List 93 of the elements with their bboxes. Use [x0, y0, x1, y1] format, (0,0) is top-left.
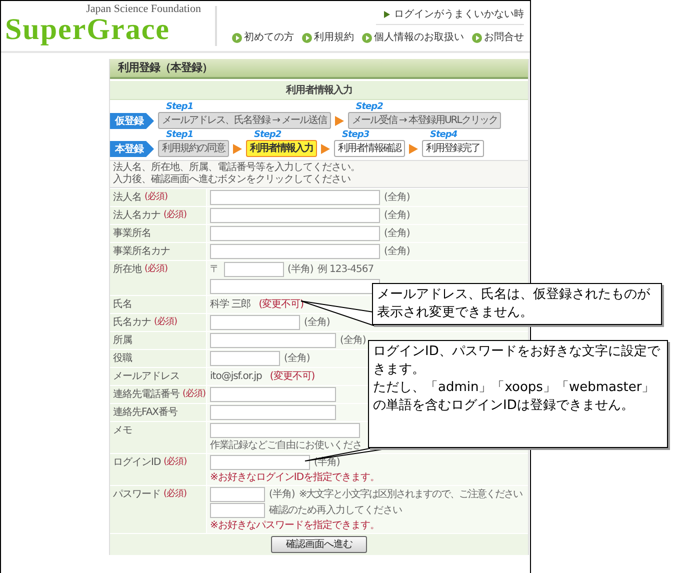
field-note: (全角) [304, 316, 330, 329]
input-field[interactable] [210, 455, 310, 470]
field-label: メールアドレス [113, 370, 180, 384]
help-link[interactable]: ログインがうまくいかない時 [376, 7, 524, 25]
field-label: 氏名 [113, 298, 132, 312]
field-note: ※お好きなログインIDを指定できます。 [210, 471, 381, 484]
triangle-arrow-icon [409, 144, 418, 154]
input-field[interactable] [210, 208, 380, 223]
triangle-arrow-icon [321, 144, 330, 154]
nav-link[interactable]: お問合せ [472, 30, 524, 45]
section-title: 利用者情報入力 [286, 84, 352, 98]
arrow-circle-icon [302, 32, 312, 42]
input-field[interactable] [210, 405, 336, 420]
required-mark: (必須) [164, 456, 187, 469]
input-field[interactable] [210, 387, 336, 402]
triangle-arrow-icon [334, 116, 344, 126]
required-mark: (必須) [182, 388, 206, 401]
field-note: (全角) [384, 191, 410, 204]
step-number: Step2 [354, 103, 384, 112]
field-label: ログインID [113, 456, 161, 470]
step-box: メールアドレス、氏名登録 → メール送信 [158, 112, 331, 129]
password-confirm-field[interactable] [210, 503, 265, 518]
step-number: Step2 [253, 131, 282, 140]
field-note: (全角) [384, 227, 410, 240]
arrow-circle-icon [362, 32, 372, 42]
input-field[interactable] [210, 279, 380, 294]
field-label: 事業所名カナ [113, 244, 170, 259]
password-field[interactable] [210, 487, 265, 502]
field-label: メモ [113, 424, 132, 438]
field-label: 法人名カナ [113, 208, 160, 223]
field-note: (全角) [384, 245, 410, 258]
required-mark: (必須) [144, 262, 168, 276]
stage-label: 仮登録 [110, 113, 154, 129]
input-field[interactable] [210, 190, 380, 205]
field-value: ito@jsf.or.jp [210, 370, 262, 384]
arrow-circle-icon [232, 32, 242, 42]
field-label: 法人名 [113, 190, 142, 205]
step-box: 利用者情報確認 [334, 140, 405, 157]
callout-text: ログインID、パスワードをお好きな文字に設定できます。 [373, 343, 662, 379]
field-note: (全角) [340, 334, 366, 347]
panel-title: 利用登録（本登録） [118, 60, 212, 76]
input-field[interactable] [210, 226, 380, 241]
step-box: メール受信 → 本登録用URLクリック [348, 112, 502, 129]
required-mark: (必須) [164, 208, 187, 222]
instruction-text: 法人名、所在地、所属、電話番号等を入力してください。 [113, 162, 361, 174]
field-note: (全角) [284, 352, 310, 365]
instruction-text: 入力後、確認画面へ進むボタンをクリックしてください [113, 174, 352, 186]
nav-link[interactable]: 個人情報のお取扱い [362, 30, 464, 45]
memo-field[interactable] [210, 423, 360, 438]
step-number: Step1 [165, 103, 194, 112]
field-label: 役職 [113, 352, 132, 366]
field-label: 所在地 [113, 262, 142, 277]
field-label: パスワード [113, 488, 160, 502]
required-mark: (必須) [164, 488, 187, 501]
field-label: 氏名カナ [113, 316, 151, 330]
memo-hint: 作業記録などご自由にお使いくださ [210, 439, 363, 452]
step-number: Step3 [341, 131, 370, 140]
confirm-button[interactable]: 確認画面へ進む [270, 536, 368, 553]
field-note: 確認のため再入力してください [269, 504, 402, 517]
field-note: ※大文字と小文字は区別されますので、ご注意ください [298, 488, 522, 501]
callout-text: メールアドレス、氏名は、仮登録されたものが表示され変更できません。 [377, 286, 651, 322]
input-field[interactable] [210, 244, 380, 259]
nav-link[interactable]: 初めての方 [232, 30, 294, 45]
field-note: (半角) [288, 263, 314, 276]
step-number: Step4 [429, 131, 458, 140]
input-field[interactable] [210, 333, 336, 348]
input-field[interactable] [224, 262, 284, 277]
input-field[interactable] [210, 351, 280, 366]
triangle-icon [384, 11, 390, 18]
field-note: (全角) [384, 209, 410, 222]
field-label: 連絡先FAX番号 [113, 406, 178, 420]
step-box: 利用登録完了 [422, 140, 484, 157]
step-box: 利用規約の同意 [158, 140, 229, 157]
required-mark: (必須) [144, 190, 168, 204]
postal-example: 例 123-4567 [317, 263, 374, 277]
arrow-circle-icon [472, 32, 482, 42]
field-note: (変更不可) [270, 370, 315, 383]
field-label: 事業所名 [113, 226, 151, 241]
step-number: Step1 [165, 131, 194, 140]
field-value: 科学 三郎 [210, 298, 251, 312]
input-field[interactable] [210, 315, 300, 330]
required-mark: (必須) [154, 316, 178, 329]
nav-link[interactable]: 利用規約 [302, 30, 354, 45]
field-label: 所属 [113, 334, 132, 348]
stage-label: 本登録 [110, 141, 154, 157]
logo-tagline: Japan Science Foundation [86, 4, 201, 15]
callout-text: ただし、「admin」「xoops」「webmaster」の単語を含むログインIDは登録できません。 [373, 379, 656, 415]
field-note: ※お好きなパスワードを指定できます。 [210, 519, 380, 532]
field-note: (半角) [269, 488, 295, 501]
postal-mark: 〒 [210, 263, 220, 277]
triangle-arrow-icon [233, 144, 242, 154]
step-box: 利用者情報入力 [246, 140, 317, 157]
field-label: 連絡先電話番号 [113, 388, 180, 402]
